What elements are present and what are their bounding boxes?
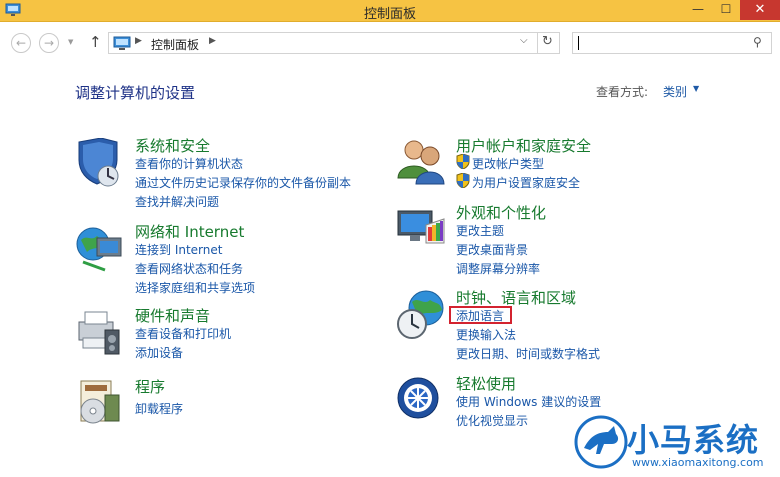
watermark-url: www.xiaomaxitong.com	[632, 456, 764, 469]
back-button[interactable]: ←	[11, 33, 31, 53]
appearance-monitor-icon[interactable]	[396, 205, 446, 255]
recent-locations-dropdown[interactable]: ▼	[68, 38, 73, 46]
link-homegroup-sharing[interactable]: 选择家庭组和共享选项	[135, 279, 255, 296]
category-title-system-security[interactable]: 系统和安全	[135, 135, 210, 156]
category-title-clock-language-region[interactable]: 时钟、语言和区域	[456, 287, 576, 308]
view-by-label: 查看方式:	[596, 85, 649, 99]
breadcrumb-control-panel[interactable]: 控制面板	[151, 36, 199, 53]
link-change-theme[interactable]: 更改主题	[456, 222, 504, 239]
view-by-control: 查看方式: 类别 ▼	[596, 83, 699, 100]
link-adjust-resolution[interactable]: 调整屏幕分辨率	[456, 260, 540, 277]
link-connect-internet[interactable]: 连接到 Internet	[135, 241, 222, 258]
category-title-appearance[interactable]: 外观和个性化	[456, 202, 546, 223]
link-windows-suggested-settings[interactable]: 使用 Windows 建议的设置	[456, 393, 601, 410]
link-change-input-method[interactable]: 更换输入法	[456, 326, 516, 343]
address-bar[interactable]: ▶ 控制面板 ▶ ⌵ ↻	[108, 32, 560, 54]
search-box[interactable]: ⚲	[572, 32, 772, 54]
up-button[interactable]: ↑	[89, 33, 102, 51]
view-by-dropdown[interactable]: 类别	[663, 83, 687, 100]
category-title-programs[interactable]: 程序	[135, 376, 165, 397]
search-icon[interactable]: ⚲	[753, 35, 762, 49]
security-shield-icon[interactable]	[75, 138, 125, 188]
category-title-hardware-sound[interactable]: 硬件和声音	[135, 305, 210, 326]
category-title-user-accounts[interactable]: 用户帐户和家庭安全	[456, 135, 591, 156]
printer-icon[interactable]	[75, 308, 125, 358]
category-title-network-internet[interactable]: 网络和 Internet	[135, 221, 244, 242]
link-uninstall-program[interactable]: 卸载程序	[135, 400, 183, 417]
link-network-status[interactable]: 查看网络状态和任务	[135, 260, 243, 277]
navigation-bar: ← → ▼ ↑ ▶ 控制面板 ▶ ⌵ ↻ ⚲	[0, 22, 780, 63]
link-devices-printers[interactable]: 查看设备和打印机	[135, 325, 231, 342]
ease-of-access-icon[interactable]	[396, 376, 446, 426]
forward-button[interactable]: →	[39, 33, 59, 53]
link-change-date-time-format[interactable]: 更改日期、时间或数字格式	[456, 345, 600, 362]
category-title-ease-of-access[interactable]: 轻松使用	[456, 373, 516, 394]
search-input[interactable]	[578, 36, 738, 50]
highlight-box	[449, 306, 512, 324]
maximize-button[interactable]: ☐	[712, 0, 740, 20]
watermark-name: 小马系统	[627, 421, 760, 459]
users-icon[interactable]	[396, 138, 446, 188]
programs-icon[interactable]	[75, 379, 125, 429]
divider	[537, 33, 538, 53]
page-title: 调整计算机的设置	[75, 84, 196, 102]
link-change-account-type[interactable]: 更改帐户类型	[472, 155, 544, 172]
text-cursor	[578, 36, 579, 50]
title-bar: 控制面板 — ☐ ✕	[0, 0, 780, 22]
link-troubleshoot[interactable]: 查找并解决问题	[135, 193, 219, 210]
control-panel-icon	[113, 36, 131, 50]
watermark-logo: 小马系统 www.xiaomaxitong.com	[572, 410, 780, 477]
link-change-desktop-background[interactable]: 更改桌面背景	[456, 241, 528, 258]
link-view-computer-status[interactable]: 查看你的计算机状态	[135, 155, 243, 172]
network-globe-icon[interactable]	[75, 224, 125, 274]
chevron-right-icon[interactable]: ▶	[209, 36, 216, 46]
refresh-button[interactable]: ↻	[542, 34, 553, 49]
clock-globe-icon[interactable]	[396, 290, 446, 340]
link-add-device[interactable]: 添加设备	[135, 344, 183, 361]
minimize-button[interactable]: —	[684, 0, 712, 20]
chevron-right-icon[interactable]: ▶	[135, 36, 142, 46]
link-file-history-backup[interactable]: 通过文件历史记录保存你的文件备份副本	[135, 174, 351, 191]
link-family-safety[interactable]: 为用户设置家庭安全	[472, 174, 580, 191]
close-button[interactable]: ✕	[740, 0, 780, 20]
chevron-down-icon[interactable]: ▼	[693, 84, 699, 93]
chevron-down-icon[interactable]: ⌵	[520, 35, 528, 46]
uac-shield-icon	[456, 173, 470, 188]
window-title: 控制面板	[363, 7, 416, 22]
link-optimize-visual-display[interactable]: 优化视觉显示	[456, 412, 528, 429]
uac-shield-icon	[456, 154, 470, 169]
horse-logo-icon	[574, 415, 628, 469]
